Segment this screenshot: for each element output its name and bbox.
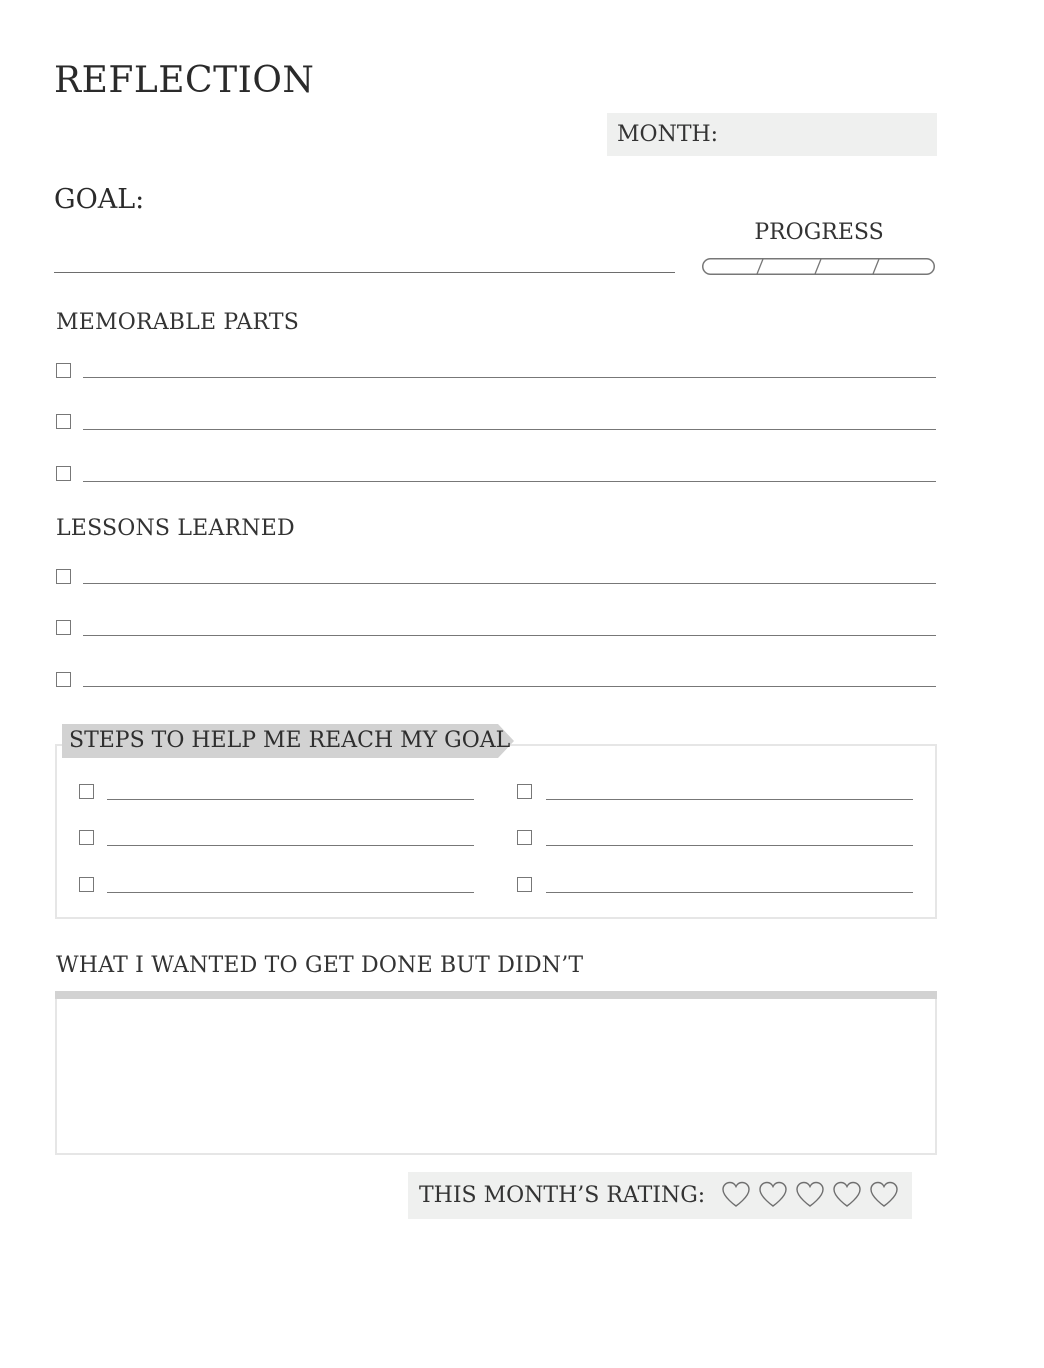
memorable-checkbox-1[interactable] [56,363,71,378]
step-line-right-1[interactable] [546,799,913,800]
month-field[interactable]: MONTH: [607,113,937,156]
step-line-right-2[interactable] [546,845,913,846]
lessons-line-2[interactable] [83,635,936,636]
steps-label: STEPS TO HELP ME REACH MY GOAL [69,728,511,753]
progress-label: PROGRESS [754,220,884,245]
step-line-left-3[interactable] [107,892,474,893]
wanted-label: WHAT I WANTED TO GET DONE BUT DIDN’T [56,953,584,978]
step-line-left-2[interactable] [107,845,474,846]
goal-write-line[interactable] [54,272,675,273]
lessons-checkbox-1[interactable] [56,569,71,584]
step-checkbox-right-2[interactable] [517,830,532,845]
step-checkbox-right-3[interactable] [517,877,532,892]
heart-icon[interactable] [721,1180,751,1210]
lessons-line-1[interactable] [83,583,936,584]
memorable-checkbox-2[interactable] [56,414,71,429]
step-line-left-1[interactable] [107,799,474,800]
step-checkbox-left-2[interactable] [79,830,94,845]
lessons-line-3[interactable] [83,686,936,687]
heart-icon[interactable] [758,1180,788,1210]
heart-icon[interactable] [869,1180,899,1210]
wanted-notes-box[interactable] [55,991,937,1155]
progress-bar[interactable] [702,258,935,275]
memorable-checkbox-3[interactable] [56,466,71,481]
month-label: MONTH: [617,122,719,147]
memorable-parts-label: MEMORABLE PARTS [56,310,300,335]
memorable-line-1[interactable] [83,377,936,378]
goal-label: GOAL: [54,184,145,215]
heart-icon[interactable] [832,1180,862,1210]
wanted-header-bar [55,991,937,999]
page-title: REFLECTION [54,60,315,101]
lessons-checkbox-2[interactable] [56,620,71,635]
lessons-learned-label: LESSONS LEARNED [56,516,295,541]
step-checkbox-left-1[interactable] [79,784,94,799]
lessons-checkbox-3[interactable] [56,672,71,687]
memorable-line-2[interactable] [83,429,936,430]
step-checkbox-right-1[interactable] [517,784,532,799]
rating-label: THIS MONTH’S RATING: [419,1183,706,1208]
heart-icon[interactable] [795,1180,825,1210]
memorable-line-3[interactable] [83,481,936,482]
step-checkbox-left-3[interactable] [79,877,94,892]
step-line-right-3[interactable] [546,892,913,893]
